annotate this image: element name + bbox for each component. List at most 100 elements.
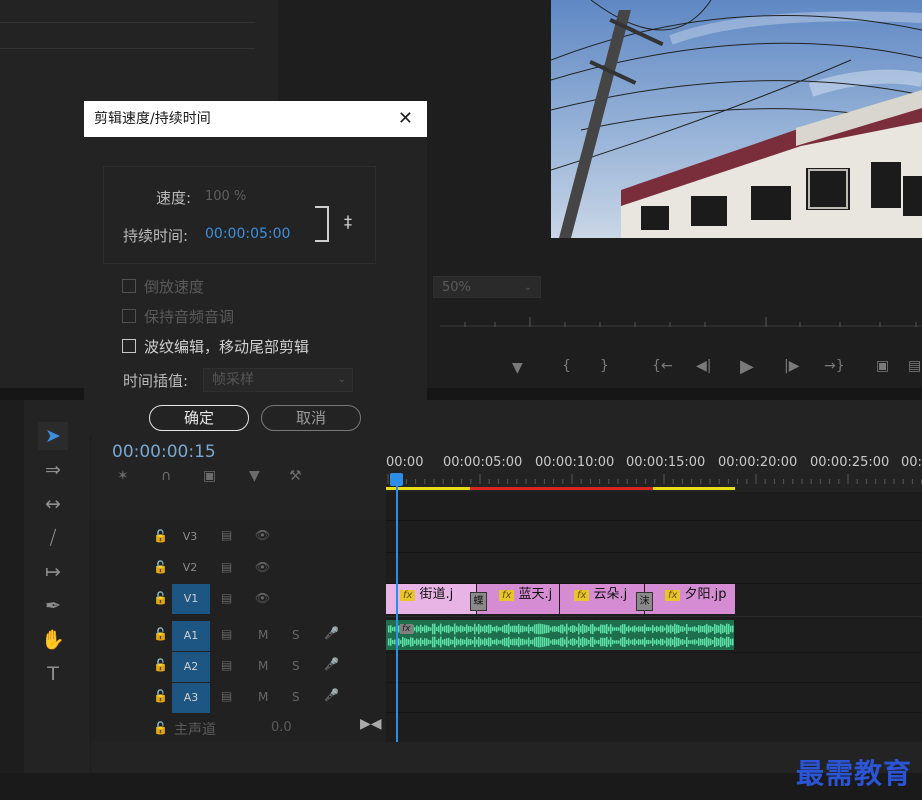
video-clip[interactable]: fx 云朵.j: [560, 584, 644, 614]
ruler-label: 00:00:10:00: [535, 455, 615, 470]
ruler-label: 00:00:15:00: [626, 455, 706, 470]
duration-input[interactable]: 00:00:05:00: [205, 226, 290, 242]
interpolation-value: 帧采样: [212, 372, 254, 388]
track-v2[interactable]: V2: [176, 553, 204, 583]
chain-link-icon[interactable]: ‡: [344, 212, 352, 231]
video-clip[interactable]: fx 街道.j: [386, 584, 476, 614]
playhead-line[interactable]: [396, 480, 398, 742]
lock-icon[interactable]: 🔓: [153, 627, 168, 641]
tools-panel: ➤ ⇒ ↔ ⧸ ↦ ✒ ✋ T: [24, 400, 90, 773]
keep-pitch-checkbox[interactable]: [122, 309, 136, 323]
lock-icon[interactable]: 🔓: [153, 658, 168, 672]
close-icon[interactable]: ✕: [398, 101, 413, 137]
overwrite-icon[interactable]: ▤: [908, 358, 921, 374]
mute-button[interactable]: M: [258, 659, 268, 673]
ripple-edit-tool-icon[interactable]: ↔: [38, 490, 68, 518]
interpolation-select[interactable]: 帧采样 ⌄: [203, 368, 353, 392]
ruler-label: 00:00:20:00: [718, 455, 798, 470]
eye-icon[interactable]: 👁: [255, 591, 270, 605]
track-v1[interactable]: V1: [172, 584, 210, 614]
play-icon[interactable]: ▶: [740, 356, 754, 377]
slip-tool-icon[interactable]: ↦: [38, 558, 68, 586]
type-tool-icon[interactable]: T: [38, 660, 68, 688]
track-a1[interactable]: A1: [172, 621, 210, 651]
transition-marker[interactable]: 沫: [636, 592, 653, 611]
go-to-out-icon[interactable]: →}: [824, 358, 845, 374]
speed-input[interactable]: 100 %: [205, 189, 246, 204]
render-bar-yellow: [653, 487, 735, 490]
lock-icon[interactable]: 🔓: [153, 721, 168, 735]
sync-icon[interactable]: ▤: [221, 658, 232, 672]
snap-icon[interactable]: ∩: [161, 468, 171, 484]
go-to-in-icon[interactable]: {←: [652, 358, 673, 374]
transition-marker[interactable]: 蝶: [470, 592, 487, 611]
chevron-down-icon: ⌄: [523, 282, 532, 293]
duration-label: 持续时间:: [123, 227, 189, 245]
track-v3[interactable]: V3: [176, 522, 204, 552]
hand-tool-icon[interactable]: ✋: [38, 626, 68, 654]
mute-button[interactable]: M: [258, 690, 268, 704]
mark-in-icon[interactable]: {: [562, 358, 571, 374]
video-clip[interactable]: fx 蓝天.j: [477, 584, 559, 614]
mute-button[interactable]: M: [258, 628, 268, 642]
pen-tool-icon[interactable]: ✒: [38, 592, 68, 620]
ok-button[interactable]: 确定: [149, 405, 249, 431]
track-select-tool-icon[interactable]: ⇒: [38, 456, 68, 484]
sync-icon[interactable]: ▤: [221, 689, 232, 703]
sync-icon[interactable]: ▤: [221, 591, 232, 605]
ripple-edit-checkbox[interactable]: [122, 339, 136, 353]
fx-badge: fx: [499, 589, 515, 601]
zoom-select[interactable]: 50% ⌄: [433, 276, 541, 298]
speed-label: 速度:: [156, 189, 192, 207]
dialog-title-bar: 剪辑速度/持续时间 ✕: [84, 101, 427, 137]
eye-icon[interactable]: 👁: [255, 560, 270, 574]
insert-icon[interactable]: ▣: [876, 358, 889, 374]
wrench-icon[interactable]: ⚒: [289, 468, 302, 484]
selection-tool-icon[interactable]: ➤: [38, 422, 68, 450]
reverse-speed-label: 倒放速度: [144, 278, 205, 296]
lock-icon[interactable]: 🔓: [153, 529, 168, 543]
solo-button[interactable]: S: [292, 628, 300, 642]
lock-icon[interactable]: 🔓: [153, 591, 168, 605]
microphone-icon[interactable]: 🎤: [324, 657, 339, 671]
solo-button[interactable]: S: [292, 659, 300, 673]
ruler-label: 00:00:25:00: [810, 455, 890, 470]
add-marker-icon[interactable]: ▼: [512, 360, 523, 376]
sync-icon[interactable]: ▤: [221, 528, 232, 542]
linked-selection-icon[interactable]: ▣: [203, 468, 216, 484]
track-a3[interactable]: A3: [172, 683, 210, 713]
razor-tool-icon[interactable]: ⧸: [38, 524, 68, 552]
eye-icon[interactable]: 👁: [255, 528, 270, 542]
video-clip[interactable]: fx 夕阳.jp: [645, 584, 735, 614]
step-forward-icon[interactable]: |▶: [784, 358, 799, 374]
watermark-logo: 最需教育: [796, 757, 913, 790]
render-bar-yellow: [386, 487, 470, 490]
monitor-scale[interactable]: [440, 316, 922, 332]
lock-icon[interactable]: 🔓: [153, 689, 168, 703]
sync-icon[interactable]: ▤: [221, 560, 232, 574]
sync-icon[interactable]: ▤: [221, 627, 232, 641]
nest-icon[interactable]: ✶: [117, 468, 129, 484]
track-headers: [91, 520, 386, 742]
cancel-button[interactable]: 取消: [261, 405, 361, 431]
fx-badge: fx: [574, 589, 590, 601]
add-marker-icon[interactable]: ▼: [249, 468, 260, 484]
fx-badge: fx: [665, 589, 681, 601]
lock-icon[interactable]: 🔓: [153, 560, 168, 574]
ruler-label: 00:: [901, 455, 922, 470]
keep-pitch-label: 保持音频音调: [144, 308, 235, 326]
mark-out-icon[interactable]: }: [600, 358, 609, 374]
dialog-title: 剪辑速度/持续时间: [94, 111, 211, 127]
track-a2[interactable]: A2: [172, 652, 210, 682]
timeline-tools: ✶ ∩ ▣ ▼ ⚒: [117, 468, 317, 488]
microphone-icon[interactable]: 🎤: [324, 688, 339, 702]
step-back-icon[interactable]: ◀|: [696, 358, 711, 374]
reverse-speed-checkbox[interactable]: [122, 279, 136, 293]
microphone-icon[interactable]: 🎤: [324, 626, 339, 640]
link-bracket: [315, 206, 329, 242]
solo-button[interactable]: S: [292, 690, 300, 704]
master-mixer-icon[interactable]: ▶◀: [360, 716, 382, 732]
timeline-timecode[interactable]: 00:00:00:15: [112, 442, 216, 462]
audio-clip[interactable]: fx: [386, 620, 734, 650]
master-volume[interactable]: 0.0: [271, 720, 292, 735]
